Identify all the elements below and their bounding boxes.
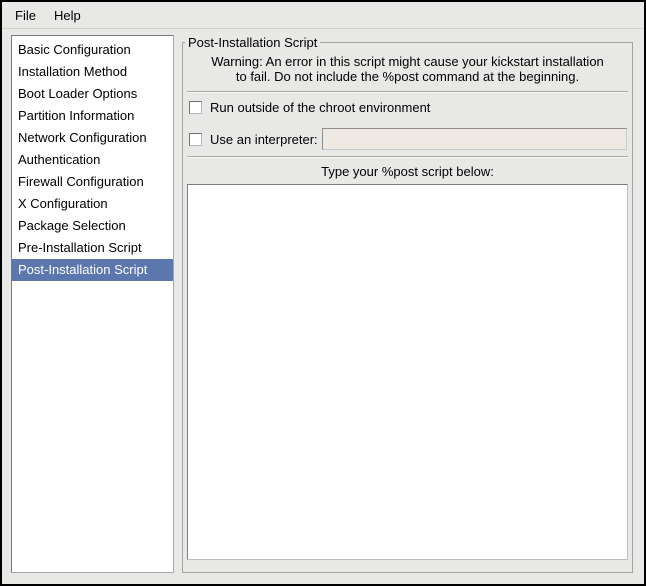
script-area-label: Type your %post script below: [186,158,629,184]
section-list: Basic Configuration Installation Method … [11,35,174,573]
sidebar-item-pre-installation-script[interactable]: Pre-Installation Script [12,237,173,259]
menubar: File Help [2,2,644,29]
post-installation-script-panel: Post-Installation Script Warning: An err… [182,42,633,573]
chroot-checkbox-label: Run outside of the chroot environment [210,100,430,115]
warning-line-1: Warning: An error in this script might c… [190,54,625,69]
warning-line-2: to fail. Do not include the %post comman… [190,69,625,84]
sidebar-item-basic-configuration[interactable]: Basic Configuration [12,39,173,61]
sidebar-item-x-configuration[interactable]: X Configuration [12,193,173,215]
sidebar-item-boot-loader-options[interactable]: Boot Loader Options [12,83,173,105]
interpreter-row: Use an interpreter: [186,121,629,156]
menu-file[interactable]: File [6,4,45,27]
panel-title: Post-Installation Script [185,35,320,50]
interpreter-input[interactable] [322,128,627,150]
sidebar-item-partition-information[interactable]: Partition Information [12,105,173,127]
warning-text: Warning: An error in this script might c… [186,43,629,91]
sidebar-item-package-selection[interactable]: Package Selection [12,215,173,237]
interpreter-checkbox[interactable] [189,133,202,146]
menu-help-label: Help [54,8,81,23]
sidebar-item-network-configuration[interactable]: Network Configuration [12,127,173,149]
chroot-checkbox[interactable] [189,101,202,114]
kickstart-configurator-window: File Help Basic Configuration Installati… [0,0,646,586]
menu-help[interactable]: Help [45,4,90,27]
chroot-checkbox-row: Run outside of the chroot environment [186,93,629,121]
interpreter-checkbox-label: Use an interpreter: [210,132,318,147]
sidebar-item-authentication[interactable]: Authentication [12,149,173,171]
sidebar-item-firewall-configuration[interactable]: Firewall Configuration [12,171,173,193]
sidebar-item-installation-method[interactable]: Installation Method [12,61,173,83]
post-script-textarea[interactable] [187,184,628,560]
menu-file-label: File [15,8,36,23]
main-content: Basic Configuration Installation Method … [2,29,644,584]
sidebar-item-post-installation-script[interactable]: Post-Installation Script [12,259,173,281]
